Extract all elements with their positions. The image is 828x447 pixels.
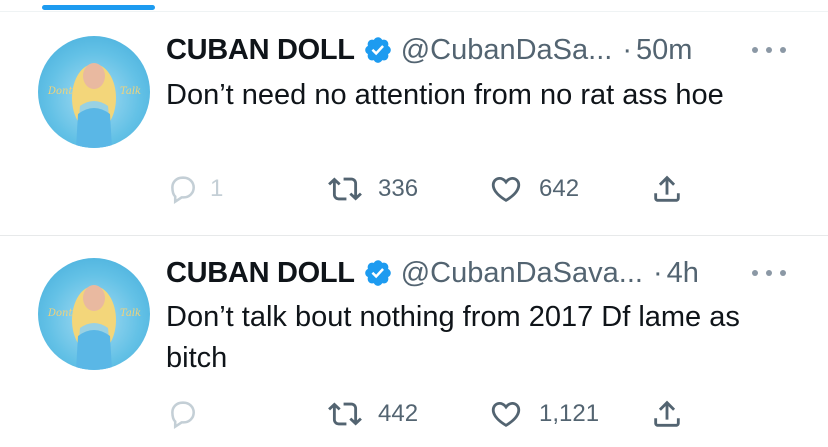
retweet-count: 442 [378, 400, 419, 427]
reply-icon [171, 176, 195, 205]
like-count: 1,121 [539, 400, 600, 427]
tweet-text: Don’t need no attention from no rat ass … [166, 79, 724, 111]
share-icon [654, 175, 680, 202]
share-button[interactable] [650, 169, 684, 209]
tweet-header: CUBAN DOLL @CubanDaSa... · 50m [166, 30, 692, 70]
tweet-actions: 442 1,121 [0, 394, 828, 434]
avatar-text-left: Dont [47, 308, 73, 319]
avatar-text-left: Dont [47, 86, 73, 97]
heart-icon [491, 401, 521, 427]
timestamp[interactable]: 4h [667, 257, 699, 290]
tweet[interactable]: Dont Talk CUBAN DOLL @CubanDaSa... · 50m… [0, 12, 828, 236]
retweet-icon [328, 177, 362, 201]
reply-count: 1 [210, 175, 224, 202]
retweet-count: 336 [378, 175, 419, 202]
more-icon[interactable] [752, 266, 786, 280]
tweet[interactable]: Dont Talk CUBAN DOLL @CubanDaSava... · 4… [0, 236, 828, 447]
avatar[interactable]: Dont Talk [38, 258, 150, 370]
share-icon [654, 400, 680, 427]
tweet-header: CUBAN DOLL @CubanDaSava... · 4h [166, 253, 699, 293]
timestamp[interactable]: 50m [636, 34, 692, 67]
separator-dot: · [622, 33, 632, 66]
reply-button[interactable]: 1 [166, 169, 223, 209]
handle[interactable]: @CubanDaSava... [401, 257, 643, 290]
share-button[interactable] [650, 394, 684, 434]
handle[interactable]: @CubanDaSa... [401, 34, 613, 67]
reply-icon [171, 401, 195, 430]
heart-icon [491, 176, 521, 202]
tab-indicator [42, 5, 155, 10]
avatar-text-right: Talk [120, 86, 141, 97]
separator-dot: · [652, 256, 663, 289]
avatar-text-right: Talk [120, 308, 141, 319]
display-name[interactable]: CUBAN DOLL [166, 34, 355, 67]
avatar[interactable]: Dont Talk [38, 36, 150, 148]
reply-button[interactable] [166, 394, 210, 434]
more-icon[interactable] [752, 43, 786, 57]
like-button[interactable]: 642 [489, 169, 579, 209]
verified-badge-icon [363, 258, 393, 288]
retweet-icon [328, 402, 362, 426]
avatar-image: Dont Talk [47, 63, 141, 148]
tweet-text: Don’t talk bout nothing from 2017 Df lam… [166, 301, 740, 374]
tweet-actions: 1 336 642 [0, 169, 828, 209]
like-count: 642 [539, 175, 580, 202]
retweet-button[interactable]: 336 [328, 169, 418, 209]
retweet-button[interactable]: 442 [328, 394, 418, 434]
verified-badge-icon [363, 35, 393, 65]
avatar-image: Dont Talk [47, 285, 141, 370]
display-name[interactable]: CUBAN DOLL [166, 257, 355, 290]
like-button[interactable]: 1,121 [489, 394, 599, 434]
